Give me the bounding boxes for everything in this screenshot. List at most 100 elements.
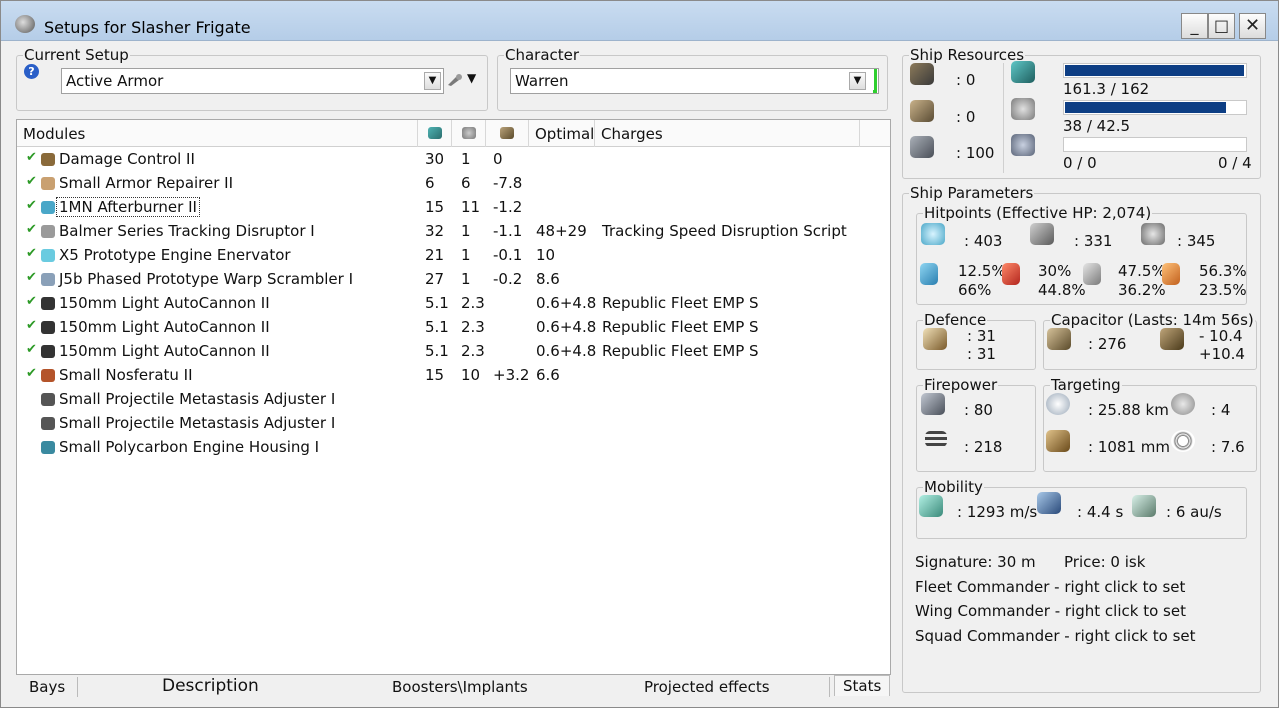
module-row[interactable]: ✔ Small Nosferatu II 15 10 +3.2 6.6 — [17, 364, 890, 388]
fleet-commander[interactable]: Fleet Commander - right click to set — [915, 578, 1185, 596]
module-name: Small Projectile Metastasis Adjuster I — [59, 390, 336, 408]
module-cap: 0 — [493, 150, 503, 168]
col-modules[interactable]: Modules — [17, 120, 418, 147]
module-cap: -1.1 — [493, 222, 523, 240]
chevron-down-icon[interactable]: ▼ — [424, 72, 441, 90]
align-time-icon — [1037, 492, 1061, 514]
module-power: 2.3 — [461, 342, 485, 360]
check-icon[interactable]: ✔ — [26, 270, 37, 285]
setup-menu-arrow-icon[interactable]: ▼ — [467, 71, 476, 85]
module-cpu: 27 — [425, 270, 445, 288]
module-cpu: 32 — [425, 222, 445, 240]
wing-commander[interactable]: Wing Commander - right click to set — [915, 602, 1186, 620]
modules-list[interactable]: Modules Optimal Charges ✔ Damage Control … — [16, 119, 891, 675]
character-legend: Character — [505, 46, 580, 64]
module-row[interactable]: Small Polycarbon Engine Housing I — [17, 436, 890, 460]
module-power: 1 — [461, 270, 471, 288]
targeting-legend: Targeting — [1051, 376, 1121, 394]
title-bar[interactable]: Setups for Slasher Frigate _ □ ✕ — [1, 1, 1278, 41]
module-row[interactable]: ✔ Small Armor Repairer II 6 6 -7.8 — [17, 172, 890, 196]
setup-actions-icon[interactable] — [447, 73, 463, 87]
module-cpu: 30 — [425, 150, 445, 168]
chevron-down-icon[interactable]: ▼ — [849, 72, 866, 90]
check-icon[interactable]: ✔ — [26, 150, 37, 165]
minimize-button[interactable]: _ — [1181, 13, 1208, 39]
close-button[interactable]: ✕ — [1239, 13, 1266, 39]
col-cpu[interactable] — [418, 120, 452, 147]
hitpoints-legend: Hitpoints (Effective HP: 2,074) — [924, 204, 1152, 222]
module-row[interactable]: ✔ 150mm Light AutoCannon II 5.1 2.3 0.6+4.8 R… — [17, 316, 890, 340]
module-row[interactable]: Small Projectile Metastasis Adjuster I — [17, 388, 890, 412]
module-icon — [41, 177, 55, 190]
module-name: X5 Prototype Engine Enervator — [59, 246, 291, 264]
capacitor-capacity-value: : 276 — [1088, 335, 1127, 353]
app-icon — [15, 15, 35, 33]
module-power: 1 — [461, 246, 471, 264]
tab-projected-effects[interactable]: Projected effects — [644, 678, 770, 696]
cpu-value: 161.3 / 162 — [1063, 80, 1150, 98]
module-power: 1 — [461, 150, 471, 168]
power-icon — [461, 127, 476, 139]
check-icon[interactable]: ✔ — [26, 318, 37, 333]
module-optimal: 0.6+4.8 — [536, 318, 597, 336]
module-icon — [41, 249, 55, 262]
module-name: 150mm Light AutoCannon II — [59, 294, 270, 312]
cpu-bar-fill — [1065, 65, 1245, 76]
powergrid-value: 38 / 42.5 — [1063, 117, 1131, 135]
maximize-button[interactable]: □ — [1208, 13, 1235, 39]
module-cpu: 6 — [425, 174, 435, 192]
firepower-value-1: : 80 — [964, 401, 993, 419]
ship-parameters-legend: Ship Parameters — [910, 184, 1034, 202]
module-cpu: 15 — [425, 198, 445, 216]
calibration-bar — [1063, 137, 1247, 152]
module-row[interactable]: ✔ Balmer Series Tracking Disruptor I 32 1 -1… — [17, 220, 890, 244]
module-name: Small Armor Repairer II — [59, 174, 234, 192]
capacitor-icon — [500, 127, 514, 139]
check-icon[interactable]: ✔ — [26, 342, 37, 357]
hull-hp-value: : 345 — [1177, 232, 1216, 250]
max-targets-icon — [1171, 393, 1195, 415]
em-resist-icon — [920, 263, 938, 285]
tab-stats[interactable]: Stats — [834, 675, 891, 696]
module-optimal: 6.6 — [536, 366, 560, 384]
col-charges[interactable]: Charges — [595, 120, 860, 147]
module-row[interactable]: ✔ 150mm Light AutoCannon II 5.1 2.3 0.6+4.8 R… — [17, 340, 890, 364]
character-select[interactable]: Warren ▼ — [510, 68, 879, 94]
squad-commander[interactable]: Squad Commander - right click to set — [915, 627, 1196, 645]
module-row[interactable]: Small Projectile Metastasis Adjuster I — [17, 412, 890, 436]
check-icon[interactable]: ✔ — [26, 174, 37, 189]
module-row[interactable]: ✔ 150mm Light AutoCannon II 5.1 2.3 0.6+4.8 R… — [17, 292, 890, 316]
tab-description[interactable]: Description — [162, 676, 259, 696]
character-select-value: Warren — [515, 72, 569, 90]
check-icon[interactable]: ✔ — [26, 246, 37, 261]
align-time-value: : 4.4 s — [1077, 503, 1124, 521]
calibration-value: 0 / 0 — [1063, 154, 1097, 172]
module-cap: +3.2 — [493, 366, 530, 384]
thermal-resist-top: 30% — [1038, 262, 1072, 280]
help-icon[interactable]: ? — [24, 64, 39, 79]
col-power[interactable] — [452, 120, 486, 147]
module-row[interactable]: ✔ X5 Prototype Engine Enervator 21 1 -0.1 10 — [17, 244, 890, 268]
module-row[interactable]: ✔ 1MN Afterburner II 15 11 -1.2 — [17, 196, 890, 220]
tab-boosters-implants[interactable]: Boosters\Implants — [392, 678, 528, 696]
check-icon[interactable]: ✔ — [26, 222, 37, 237]
module-cap: -0.2 — [493, 270, 523, 288]
check-icon[interactable]: ✔ — [26, 366, 37, 381]
setup-select[interactable]: Active Armor ▼ — [61, 68, 444, 94]
armor-icon — [1030, 223, 1054, 245]
col-capacitor[interactable] — [486, 120, 529, 147]
module-icon — [41, 321, 55, 334]
col-optimal[interactable]: Optimal — [529, 120, 595, 147]
module-row[interactable]: ✔ J5b Phased Prototype Warp Scrambler I 27… — [17, 268, 890, 292]
check-icon[interactable]: ✔ — [26, 294, 37, 309]
module-cpu: 5.1 — [425, 318, 449, 336]
launcher-hardpoint-icon — [910, 100, 934, 122]
check-icon[interactable]: ✔ — [26, 198, 37, 213]
scan-resolution-value: : 1081 mm — [1088, 438, 1170, 456]
module-row[interactable]: ✔ Damage Control II 30 1 0 — [17, 148, 890, 172]
tab-bays[interactable]: Bays — [29, 678, 65, 696]
explosive-resist-bottom: 23.5% — [1199, 281, 1247, 299]
module-name: Small Projectile Metastasis Adjuster I — [59, 414, 336, 432]
max-velocity-value: : 1293 m/s — [957, 503, 1038, 521]
module-icon — [41, 369, 55, 382]
